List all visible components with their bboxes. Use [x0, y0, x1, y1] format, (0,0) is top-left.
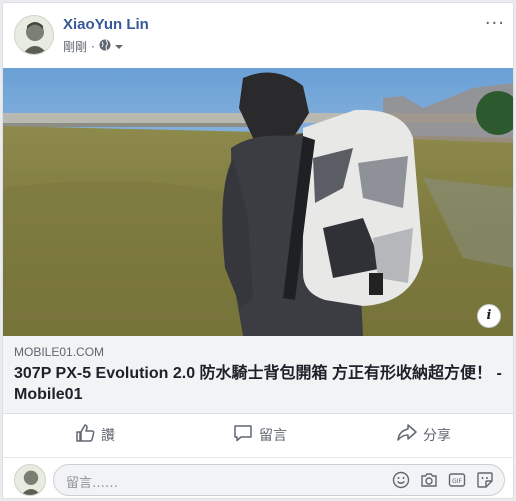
link-domain: MOBILE01.COM [14, 345, 105, 359]
emoji-icon[interactable] [392, 471, 410, 489]
info-icon[interactable]: i [477, 304, 501, 328]
comment-label: 留言 [259, 428, 287, 444]
link-preview-image[interactable]: i [3, 68, 513, 336]
author-avatar[interactable] [14, 15, 54, 55]
comment-tools: GIF [392, 471, 494, 489]
link-preview[interactable]: MOBILE01.COM 307P PX-5 Evolution 2.0 防水騎… [3, 336, 513, 414]
camera-icon[interactable] [420, 471, 438, 489]
chevron-down-icon[interactable] [114, 40, 124, 54]
user-avatar[interactable] [14, 464, 46, 496]
comment-button[interactable]: 留言 [233, 424, 287, 446]
svg-text:GIF: GIF [452, 478, 462, 485]
sticker-icon[interactable] [476, 471, 494, 489]
comment-composer: 留言…… GIF [3, 458, 513, 498]
comment-icon [233, 424, 259, 446]
post-meta: 剛剛 · [63, 38, 124, 55]
comment-input[interactable]: 留言…… GIF [53, 464, 505, 496]
globe-icon[interactable] [99, 39, 111, 54]
post-header: XiaoYun Lin 剛剛 · ··· [3, 3, 513, 65]
share-icon [397, 424, 423, 446]
action-bar: 讚 留言 分享 [3, 414, 513, 458]
more-icon[interactable]: ··· [485, 13, 505, 34]
link-title[interactable]: 307P PX-5 Evolution 2.0 防水騎士背包開箱 方正有形收納超… [14, 363, 504, 405]
comment-placeholder: 留言…… [66, 476, 119, 491]
post-card: XiaoYun Lin 剛剛 · ··· i MOBILE01.COM 307P… [2, 2, 514, 499]
gif-icon[interactable]: GIF [448, 471, 466, 489]
author-name[interactable]: XiaoYun Lin [63, 16, 149, 33]
share-label: 分享 [423, 428, 451, 444]
post-time[interactable]: 剛剛 [63, 38, 87, 55]
like-label: 讚 [101, 428, 115, 444]
like-button[interactable]: 讚 [75, 424, 115, 446]
like-icon [75, 424, 101, 446]
share-button[interactable]: 分享 [397, 424, 451, 446]
meta-separator: · [91, 39, 95, 54]
